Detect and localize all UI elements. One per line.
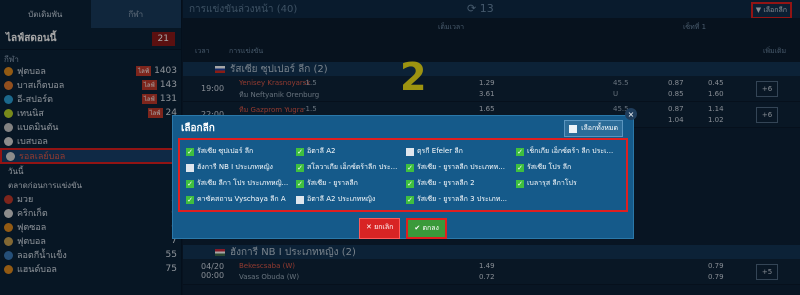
league-checkbox-item[interactable]: ✓ คาซัคสถาน Vyschaya ลีก A bbox=[186, 194, 291, 205]
league-checkbox-item[interactable]: อิตาลี A2 ประเภทหญิง bbox=[296, 194, 401, 205]
league-checkbox-label: อิตาลี A2 ประเภทหญิง bbox=[307, 195, 376, 203]
league-checkbox-item[interactable]: ตุรกี Efeler ลีก bbox=[406, 146, 511, 157]
ok-label: ตกลง bbox=[422, 224, 439, 232]
checkbox-checked-icon[interactable]: ✓ bbox=[406, 179, 414, 188]
league-checkbox-item[interactable]: ✓ รัสเซีย - ยูราลลีก 3 ประเภท... bbox=[406, 194, 511, 205]
league-checkbox-item[interactable]: ✓ รัสเซีย ซุปเปอร์ ลีก bbox=[186, 146, 291, 157]
league-checkbox-item[interactable]: ✓ รัสเซีย โปร ลีก bbox=[516, 162, 621, 173]
league-checkbox-item[interactable]: ✓ สโลวาเกีย เอ็กซ์ตร้าลีก ประ... bbox=[296, 162, 401, 173]
league-checkbox-item[interactable]: ฮังการี NB I ประเภทหญิง bbox=[186, 162, 291, 173]
modal-title: เลือกลีก bbox=[181, 123, 215, 134]
select-all-label: เลือกทั้งหมด bbox=[581, 124, 618, 132]
checkbox-checked-icon[interactable]: ✓ bbox=[296, 179, 304, 188]
cancel-label: ยกเลิก bbox=[374, 223, 394, 231]
checkbox-checked-icon[interactable]: ✓ bbox=[406, 195, 414, 204]
cancel-button[interactable]: ✕ ยกเลิก bbox=[359, 218, 401, 239]
ok-button[interactable]: ✔ ตกลง bbox=[406, 218, 447, 239]
league-checkbox-label: สโลวาเกีย เอ็กซ์ตร้าลีก ประ... bbox=[307, 163, 398, 171]
modal-buttons: ✕ ยกเลิก ✔ ตกลง bbox=[359, 218, 447, 239]
league-checkbox-label: ฮังการี NB I ประเภทหญิง bbox=[197, 163, 273, 171]
checkbox-checked-icon[interactable]: ✓ bbox=[186, 179, 194, 188]
league-checkbox-label: รัสเซีย ซุปเปอร์ ลีก bbox=[197, 147, 254, 155]
league-checkbox-item[interactable]: ✓ เบลารุส ลีกาโปร bbox=[516, 178, 621, 189]
checkbox-checked-icon[interactable]: ✓ bbox=[516, 147, 524, 156]
select-all-button[interactable]: เลือกทั้งหมด bbox=[564, 120, 623, 137]
league-checkbox-label: รัสเซีย ลีกา โปร ประเภทหญิ... bbox=[197, 179, 289, 187]
league-checkbox-grid: ✓ รัสเซีย ซุปเปอร์ ลีก ✓ อิตาลี A2 ตุรกี Efe… bbox=[178, 138, 628, 212]
checkbox-unchecked-icon[interactable] bbox=[296, 195, 304, 204]
league-checkbox-item[interactable]: ✓ รัสเซีย - ยูราลลีก bbox=[296, 178, 401, 189]
checkbox-unchecked-icon[interactable] bbox=[406, 147, 414, 156]
checkbox-checked-icon[interactable]: ✓ bbox=[296, 147, 304, 156]
league-checkbox-label: ตุรกี Efeler ลีก bbox=[417, 147, 463, 155]
checkbox-checked-icon[interactable]: ✓ bbox=[186, 195, 194, 204]
league-checkbox-item[interactable]: ✓ รัสเซีย - ยูราลลีก 2 bbox=[406, 178, 511, 189]
league-checkbox-label: คาซัคสถาน Vyschaya ลีก A bbox=[197, 195, 286, 203]
checkbox-checked-icon[interactable]: ✓ bbox=[516, 163, 524, 172]
checkbox-checked-icon[interactable]: ✓ bbox=[406, 163, 414, 172]
select-all-checkbox[interactable] bbox=[569, 124, 578, 133]
league-checkbox-label: รัสเซีย โปร ลีก bbox=[527, 163, 572, 171]
league-checkbox-label: เช็กเกีย เอ็กซ์ตร้า ลีก ประเ... bbox=[527, 147, 614, 155]
league-checkbox-item[interactable]: ✓ อิตาลี A2 bbox=[296, 146, 401, 157]
checkbox-checked-icon[interactable]: ✓ bbox=[296, 163, 304, 172]
league-checkbox-label: รัสเซีย - ยูราลลีก 2 bbox=[417, 179, 475, 187]
checkbox-checked-icon[interactable]: ✓ bbox=[186, 147, 194, 156]
league-checkbox-label: รัสเซีย - ยูราลลีก ประเภทห... bbox=[417, 163, 505, 171]
close-icon[interactable]: × bbox=[625, 108, 637, 120]
league-checkbox-label: รัสเซีย - ยูราลลีก 3 ประเภท... bbox=[417, 195, 508, 203]
league-checkbox-item[interactable]: ✓ รัสเซีย ลีกา โปร ประเภทหญิ... bbox=[186, 178, 291, 189]
league-select-modal: เลือกลีก เลือกทั้งหมด × ✓ รัสเซีย ซุปเปอร… bbox=[172, 108, 637, 239]
league-checkbox-label: เบลารุส ลีกาโปร bbox=[527, 179, 577, 187]
checkbox-checked-icon[interactable]: ✓ bbox=[516, 179, 524, 188]
league-checkbox-label: รัสเซีย - ยูราลลีก bbox=[307, 179, 358, 187]
league-checkbox-label: อิตาลี A2 bbox=[307, 147, 336, 155]
league-checkbox-item[interactable]: ✓ รัสเซีย - ยูราลลีก ประเภทห... bbox=[406, 162, 511, 173]
checkbox-unchecked-icon[interactable] bbox=[186, 163, 194, 172]
league-checkbox-item[interactable]: ✓ เช็กเกีย เอ็กซ์ตร้า ลีก ประเ... bbox=[516, 146, 621, 157]
